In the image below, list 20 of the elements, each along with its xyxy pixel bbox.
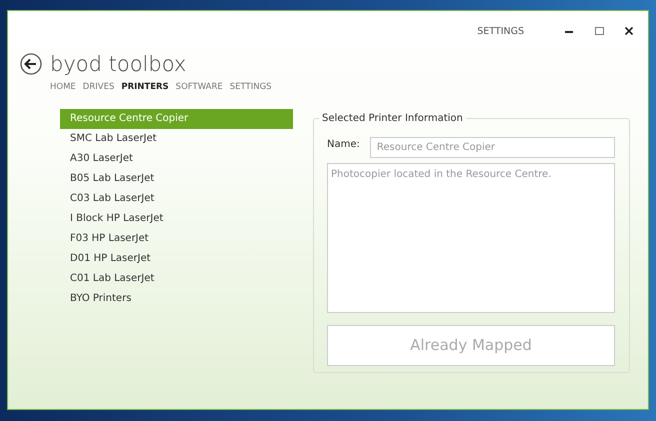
nav-tab[interactable]: PRINTERS	[121, 81, 169, 94]
app-title: byod toolbox	[50, 54, 186, 74]
printer-item[interactable]: D01 HP LaserJet	[60, 248, 293, 269]
name-label: Name:	[327, 138, 360, 152]
settings-link[interactable]: SETTINGS	[477, 24, 524, 40]
printer-item[interactable]: C01 Lab LaserJet	[60, 268, 293, 289]
printer-item[interactable]: A30 LaserJet	[60, 148, 293, 169]
printer-item[interactable]: SMC Lab LaserJet	[60, 128, 293, 149]
maximize-icon[interactable]	[594, 26, 604, 36]
printer-item[interactable]: C03 Lab LaserJet	[60, 188, 293, 209]
nav-tab[interactable]: DRIVES	[82, 81, 114, 94]
nav-tab[interactable]: SOFTWARE	[176, 81, 223, 94]
printer-item[interactable]: B05 Lab LaserJet	[60, 168, 293, 189]
printer-item[interactable]: F03 HP LaserJet	[60, 228, 293, 249]
close-icon[interactable]	[624, 26, 634, 36]
nav-tab[interactable]: SETTINGS	[230, 81, 272, 94]
printer-item[interactable]: BYO Printers	[60, 288, 293, 309]
back-icon[interactable]	[20, 53, 42, 75]
printer-item[interactable]: I Block HP LaserJet	[60, 208, 293, 229]
nav-tab[interactable]: HOME	[50, 81, 76, 94]
